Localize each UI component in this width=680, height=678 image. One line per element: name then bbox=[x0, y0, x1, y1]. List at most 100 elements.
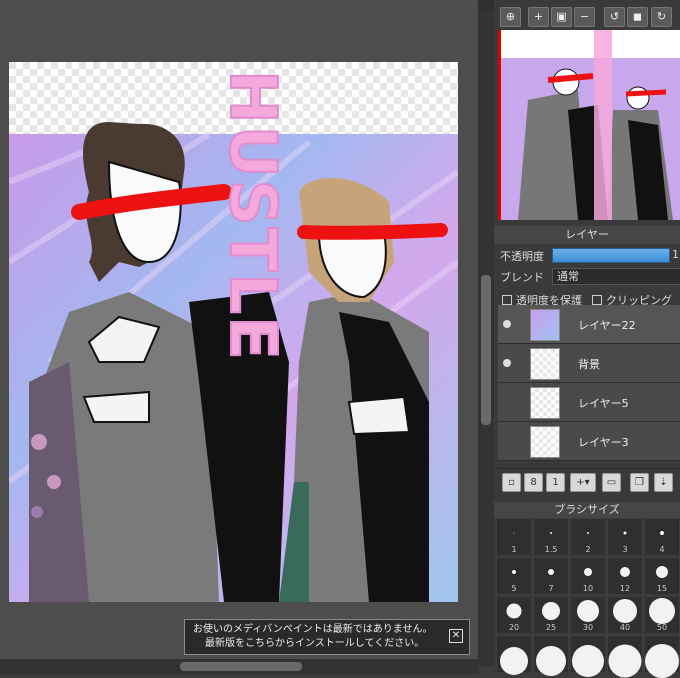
brush-size-label: 1 bbox=[511, 545, 517, 554]
brush-size-label: 12 bbox=[619, 584, 631, 593]
brush-size-label: 50 bbox=[656, 623, 668, 632]
fit-screen-icon[interactable]: ▣ bbox=[551, 7, 572, 27]
brush-size-cell[interactable]: 1 bbox=[496, 518, 532, 556]
brush-size-cell[interactable]: 10 bbox=[570, 557, 606, 595]
brush-size-cell[interactable]: 50 bbox=[644, 596, 680, 634]
brush-dot bbox=[649, 598, 675, 625]
folder-icon[interactable]: ▭ bbox=[602, 473, 621, 492]
artwork-canvas[interactable]: HUSTLE bbox=[9, 62, 458, 602]
brush-dot bbox=[536, 646, 566, 677]
eye-icon[interactable] bbox=[503, 359, 511, 367]
new-layer-icon[interactable]: ▫ bbox=[502, 473, 521, 492]
vertical-scrollbar[interactable] bbox=[478, 10, 494, 666]
update-notice-line2[interactable]: 最新版をこちらからインストールしてください。 bbox=[205, 636, 424, 651]
brush-dot bbox=[577, 600, 599, 623]
brush-dot bbox=[587, 532, 589, 535]
layer-list[interactable]: レイヤー22 背景 レイヤー5 レイヤー3 bbox=[498, 305, 680, 465]
brush-size-label: 30 bbox=[582, 623, 594, 632]
layer-item[interactable]: 背景 bbox=[498, 344, 680, 383]
layer-item[interactable]: レイヤー3 bbox=[498, 422, 680, 461]
close-icon[interactable]: ✕ bbox=[449, 629, 463, 643]
zoom-out-icon[interactable]: − bbox=[574, 7, 595, 27]
fullscreen-icon[interactable]: ◼ bbox=[627, 7, 648, 27]
brush-dot bbox=[656, 566, 668, 579]
brush-size-label: 7 bbox=[548, 584, 554, 593]
layer-thumbnail bbox=[530, 309, 560, 341]
opacity-slider[interactable] bbox=[552, 248, 670, 263]
brush-size-label: 20 bbox=[508, 623, 520, 632]
brush-dot bbox=[660, 531, 664, 536]
add-layer-menu-icon[interactable]: +▾ bbox=[570, 473, 596, 492]
brush-dot bbox=[572, 645, 604, 678]
new-1bit-layer-icon[interactable]: 1 bbox=[546, 473, 565, 492]
layer-thumbnail bbox=[530, 387, 560, 419]
brush-size-cell[interactable]: 15 bbox=[644, 557, 680, 595]
rotate-right-icon[interactable]: ↻ bbox=[651, 7, 672, 27]
right-panel: ⊕ + ▣ − ↺ ◼ ↻ レイヤー 不透明度 1 ブレンド 通常 透明度を保護 bbox=[494, 0, 680, 678]
checkbox-icon bbox=[502, 295, 512, 305]
brush-size-cell[interactable]: 12 bbox=[607, 557, 643, 595]
brush-size-label: 40 bbox=[619, 623, 631, 632]
vertical-scroll-thumb[interactable] bbox=[481, 275, 491, 425]
brush-dot bbox=[542, 602, 560, 621]
brush-dot bbox=[584, 568, 592, 577]
horizontal-scrollbar[interactable] bbox=[0, 659, 478, 674]
brush-dot bbox=[645, 644, 679, 678]
navigator-preview[interactable] bbox=[498, 30, 680, 220]
navigator-viewport-indicator bbox=[498, 30, 501, 220]
brush-dot bbox=[513, 532, 515, 534]
layer-item[interactable]: レイヤー22 bbox=[498, 305, 680, 344]
merge-layer-icon[interactable]: ⇣ bbox=[654, 473, 673, 492]
artwork-hustle-text: HUSTLE bbox=[215, 70, 289, 362]
blend-mode-select[interactable]: 通常 bbox=[552, 268, 680, 285]
duplicate-layer-icon[interactable]: ❐ bbox=[630, 473, 649, 492]
blend-label: ブレンド bbox=[500, 271, 544, 284]
brush-dot bbox=[548, 569, 554, 576]
layer-toolbar: ▫ 8 1 +▾ ▭ ❐ ⇣ bbox=[498, 468, 680, 495]
brush-dot bbox=[608, 644, 642, 678]
brush-size-cell[interactable]: 20 bbox=[496, 596, 532, 634]
layer-name: 背景 bbox=[578, 358, 600, 371]
brush-size-cell[interactable]: 40 bbox=[607, 596, 643, 634]
brush-size-cell[interactable]: 25 bbox=[533, 596, 569, 634]
layer-name: レイヤー3 bbox=[578, 436, 629, 449]
layer-name: レイヤー22 bbox=[578, 319, 636, 332]
brush-size-cell[interactable]: 5 bbox=[496, 557, 532, 595]
new-8bit-layer-icon[interactable]: 8 bbox=[524, 473, 543, 492]
brush-dot bbox=[623, 531, 627, 535]
brush-size-cell[interactable] bbox=[533, 635, 569, 677]
opacity-label: 不透明度 bbox=[500, 250, 544, 263]
brush-size-cell[interactable]: 7 bbox=[533, 557, 569, 595]
brush-size-title: ブラシサイズ bbox=[494, 502, 680, 518]
checkbox-icon bbox=[592, 295, 602, 305]
zoom-in-icon[interactable]: + bbox=[528, 7, 549, 27]
layer-thumbnail bbox=[530, 348, 560, 380]
brush-size-cell[interactable]: 4 bbox=[644, 518, 680, 556]
eye-icon[interactable] bbox=[503, 320, 511, 328]
layer-item[interactable]: レイヤー5 bbox=[498, 383, 680, 422]
brush-size-cell[interactable]: 1.5 bbox=[533, 518, 569, 556]
brush-size-cell[interactable]: 3 bbox=[607, 518, 643, 556]
brush-size-cell[interactable] bbox=[570, 635, 606, 678]
brush-size-grid: 1 1.5 2 3 4 5 7 10 12 15 20 25 30 40 50 bbox=[496, 518, 680, 678]
brush-dot bbox=[506, 603, 522, 619]
canvas-area[interactable]: HUSTLE bbox=[0, 0, 478, 674]
brush-size-cell[interactable] bbox=[496, 635, 532, 676]
brush-size-cell[interactable] bbox=[644, 635, 680, 678]
brush-size-label: 3 bbox=[622, 545, 628, 554]
horizontal-scroll-thumb[interactable] bbox=[180, 662, 302, 671]
brush-size-cell[interactable]: 30 bbox=[570, 596, 606, 634]
brush-size-cell[interactable]: 2 bbox=[570, 518, 606, 556]
brush-dot bbox=[550, 532, 552, 535]
update-notice-line1: お使いのメディバンペイントは最新ではありません。 bbox=[193, 624, 433, 635]
brush-size-label: 25 bbox=[545, 623, 557, 632]
brush-size-label: 4 bbox=[659, 545, 665, 554]
rotate-left-icon[interactable]: ↺ bbox=[604, 7, 625, 27]
layer-panel-title: レイヤー bbox=[494, 226, 680, 244]
brush-size-cell[interactable] bbox=[607, 635, 643, 678]
update-notice[interactable]: お使いのメディバンペイントは最新ではありません。 最新版をこちらからインストール… bbox=[184, 619, 470, 655]
zoom-fit-icon[interactable]: ⊕ bbox=[500, 7, 521, 27]
brush-size-label: 1.5 bbox=[544, 545, 558, 554]
brush-dot bbox=[500, 647, 528, 676]
navigator-thumbnail bbox=[498, 30, 680, 220]
